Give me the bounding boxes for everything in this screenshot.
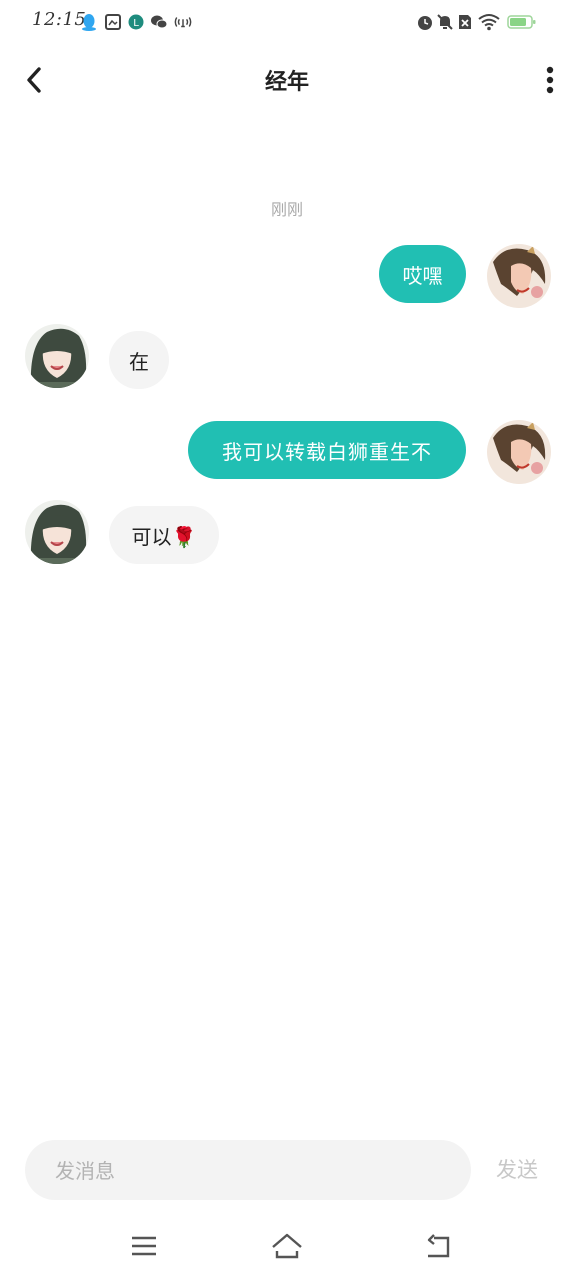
wifi-icon — [478, 13, 500, 31]
message-input[interactable] — [53, 1140, 457, 1202]
battery-icon — [506, 13, 538, 31]
outgoing-message-bubble[interactable]: 我可以转载白狮重生不 — [188, 421, 466, 479]
message-text: 可以🌹 — [131, 524, 197, 549]
status-bar: 12:15 L — [0, 0, 574, 44]
svg-text:L: L — [133, 18, 139, 29]
outgoing-message-bubble[interactable]: 哎嘿 — [379, 245, 466, 303]
qq-icon — [80, 13, 98, 31]
message-text: 哎嘿 — [402, 263, 443, 288]
system-nav-bar — [0, 1218, 574, 1280]
message-timestamp: 刚刚 — [270, 200, 303, 219]
hotspot-icon — [174, 13, 192, 31]
page-title: 经年 — [264, 70, 309, 95]
my-avatar[interactable] — [487, 244, 551, 308]
mute-icon — [436, 13, 454, 31]
status-time: 12:15 — [32, 9, 87, 30]
more-options-button[interactable] — [538, 62, 562, 98]
incoming-message-bubble[interactable]: 可以🌹 — [109, 506, 219, 564]
home-icon[interactable] — [267, 1230, 307, 1262]
contact-avatar[interactable] — [25, 324, 89, 388]
send-button[interactable]: 发送 — [496, 1154, 538, 1184]
contact-avatar[interactable] — [25, 500, 89, 564]
incoming-message-bubble[interactable]: 在 — [109, 331, 169, 389]
more-vertical-icon — [546, 66, 554, 94]
menu-icon[interactable] — [124, 1230, 164, 1262]
message-text: 在 — [129, 349, 149, 374]
chat-header: 经年 — [0, 44, 574, 116]
message-input-container — [25, 1140, 471, 1202]
gallery-icon — [104, 13, 122, 31]
app-icon: L — [127, 13, 145, 31]
back-icon[interactable] — [418, 1230, 458, 1262]
alarm-icon — [416, 13, 434, 31]
message-text: 我可以转载白狮重生不 — [222, 439, 432, 464]
no-sim-icon — [456, 13, 474, 31]
my-avatar[interactable] — [487, 420, 551, 484]
wechat-icon — [150, 13, 168, 31]
